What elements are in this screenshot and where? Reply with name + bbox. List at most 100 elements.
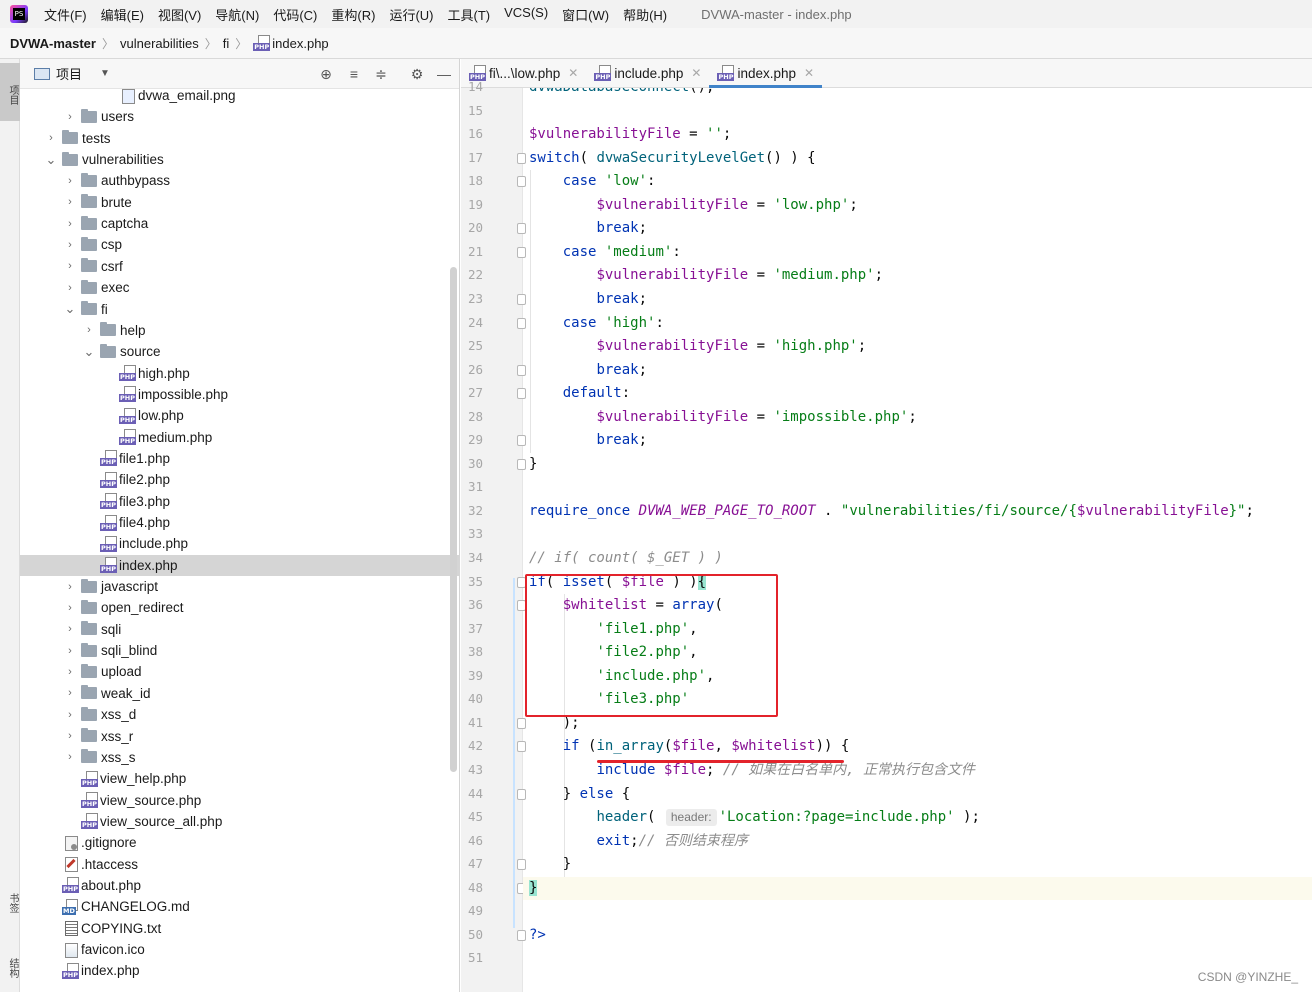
chevron-right-icon[interactable]: › — [63, 196, 77, 208]
tree-item[interactable]: high.php — [20, 363, 460, 384]
tree-item[interactable]: › javascript — [20, 576, 460, 597]
tree-item[interactable]: medium.php — [20, 427, 460, 448]
chevron-right-icon[interactable]: › — [63, 282, 77, 294]
tree-item[interactable]: view_help.php — [20, 768, 460, 789]
tree-item[interactable]: › open_redirect — [20, 597, 460, 618]
close-icon[interactable]: ✕ — [691, 66, 701, 80]
menu-item[interactable]: 窗口(W) — [562, 5, 609, 24]
tree-item[interactable]: file4.php — [20, 512, 460, 533]
tree-item[interactable]: › csrf — [20, 256, 460, 277]
tree-item[interactable]: › sqli — [20, 619, 460, 640]
tree-item[interactable]: index.php — [20, 554, 460, 576]
code-area[interactable]: dvwaDatabaseConnect();$vulnerabilityFile… — [523, 88, 1312, 992]
expand-all-icon[interactable]: ≡ — [346, 66, 362, 82]
tree-item[interactable]: › tests — [20, 128, 460, 149]
close-icon[interactable]: ✕ — [568, 66, 578, 80]
chevron-down-icon[interactable]: ⌄ — [63, 302, 77, 315]
menu-item[interactable]: 文件(F) — [44, 5, 87, 24]
tree-item[interactable]: › xss_r — [20, 726, 460, 747]
tree-item[interactable]: include.php — [20, 533, 460, 554]
breadcrumb-folder-fi[interactable]: fi — [223, 36, 230, 51]
tree-item[interactable]: › help — [20, 320, 460, 341]
tree-item[interactable]: ⌄ source — [20, 341, 460, 362]
tree-item[interactable]: low.php — [20, 405, 460, 426]
chevron-right-icon[interactable]: › — [63, 730, 77, 742]
tree-item-label: fi — [101, 301, 108, 317]
tree-item[interactable]: › csp — [20, 234, 460, 255]
tree-item[interactable]: COPYING.txt — [20, 918, 460, 939]
tree-item[interactable]: › xss_d — [20, 704, 460, 725]
chevron-down-icon[interactable]: ▼ — [100, 68, 110, 79]
menu-item[interactable]: VCS(S) — [504, 5, 548, 24]
tree-item[interactable]: favicon.ico — [20, 939, 460, 960]
code-token: ; — [849, 196, 858, 213]
chevron-right-icon[interactable]: › — [63, 175, 77, 187]
chevron-right-icon[interactable]: › — [82, 324, 96, 336]
menu-item[interactable]: 视图(V) — [158, 5, 201, 24]
tree-item[interactable]: › xss_s — [20, 747, 460, 768]
tool-window-structure-button[interactable]: 结构 — [0, 944, 20, 992]
chevron-right-icon[interactable]: › — [63, 218, 77, 230]
whitelist-highlight-box — [525, 574, 778, 717]
chevron-down-icon[interactable]: ⌄ — [82, 345, 96, 358]
menu-item[interactable]: 工具(T) — [447, 5, 490, 24]
chevron-down-icon[interactable]: ⌄ — [44, 153, 58, 166]
tree-item[interactable]: › sqli_blind — [20, 640, 460, 661]
tree-item[interactable]: view_source_all.php — [20, 811, 460, 832]
chevron-right-icon[interactable]: › — [63, 623, 77, 635]
tree-item[interactable]: › weak_id — [20, 683, 460, 704]
project-panel-title[interactable]: 项目 — [56, 64, 82, 83]
chevron-right-icon[interactable]: › — [63, 751, 77, 763]
tool-window-bookmarks-button[interactable]: 书签 — [0, 879, 20, 927]
menu-item[interactable]: 运行(U) — [389, 5, 433, 24]
menu-item[interactable]: 导航(N) — [215, 5, 259, 24]
tree-item[interactable]: view_source.php — [20, 790, 460, 811]
chevron-right-icon[interactable]: › — [63, 709, 77, 721]
chevron-right-icon[interactable]: › — [63, 260, 77, 272]
breadcrumb-folder-vulnerabilities[interactable]: vulnerabilities — [120, 36, 199, 51]
chevron-right-icon[interactable]: › — [44, 132, 58, 144]
tree-item[interactable]: CHANGELOG.md — [20, 896, 460, 917]
breadcrumb-project[interactable]: DVWA-master — [10, 36, 96, 51]
editor-tab[interactable]: include.php ✕ — [586, 59, 709, 87]
collapse-all-icon[interactable]: ≑ — [373, 66, 389, 82]
tree-item[interactable]: ⌄ vulnerabilities — [20, 149, 460, 170]
tree-item[interactable]: dvwa_email.png — [20, 89, 460, 106]
tree-item[interactable]: file3.php — [20, 491, 460, 512]
tree-item[interactable]: impossible.php — [20, 384, 460, 405]
breadcrumb-file[interactable]: index.php — [272, 36, 328, 51]
tree-item[interactable]: about.php — [20, 875, 460, 896]
tool-window-project-button[interactable]: 项目 — [0, 63, 20, 121]
line-number: 14 — [467, 79, 483, 94]
gear-icon[interactable]: ⚙ — [409, 66, 425, 82]
tree-item[interactable]: index.php — [20, 960, 460, 981]
chevron-right-icon[interactable]: › — [63, 111, 77, 123]
menu-item[interactable]: 代码(C) — [273, 5, 317, 24]
minimize-icon[interactable]: — — [436, 66, 452, 82]
tree-item[interactable]: › brute — [20, 192, 460, 213]
tree-scrollbar[interactable] — [450, 267, 457, 772]
menu-item[interactable]: 帮助(H) — [623, 5, 667, 24]
editor-tab[interactable]: index.php ✕ — [709, 59, 822, 88]
tree-item[interactable]: › exec — [20, 277, 460, 298]
phpstorm-logo-icon[interactable] — [10, 5, 28, 23]
tree-item[interactable]: › users — [20, 106, 460, 127]
chevron-right-icon[interactable]: › — [63, 687, 77, 699]
tree-item[interactable]: › upload — [20, 661, 460, 682]
close-icon[interactable]: ✕ — [804, 66, 814, 80]
tree-item[interactable]: ⌄ fi — [20, 299, 460, 320]
locate-file-icon[interactable]: ⊕ — [318, 66, 334, 82]
tree-item[interactable]: file1.php — [20, 448, 460, 469]
tree-item[interactable]: › captcha — [20, 213, 460, 234]
chevron-right-icon[interactable]: › — [63, 581, 77, 593]
chevron-right-icon[interactable]: › — [63, 666, 77, 678]
menu-item[interactable]: 重构(R) — [331, 5, 375, 24]
tree-item[interactable]: .htaccess — [20, 854, 460, 875]
chevron-right-icon[interactable]: › — [63, 645, 77, 657]
tree-item[interactable]: › authbypass — [20, 170, 460, 191]
chevron-right-icon[interactable]: › — [63, 602, 77, 614]
tree-item[interactable]: .gitignore — [20, 832, 460, 853]
tree-item[interactable]: file2.php — [20, 469, 460, 490]
chevron-right-icon[interactable]: › — [63, 239, 77, 251]
menu-item[interactable]: 编辑(E) — [101, 5, 144, 24]
